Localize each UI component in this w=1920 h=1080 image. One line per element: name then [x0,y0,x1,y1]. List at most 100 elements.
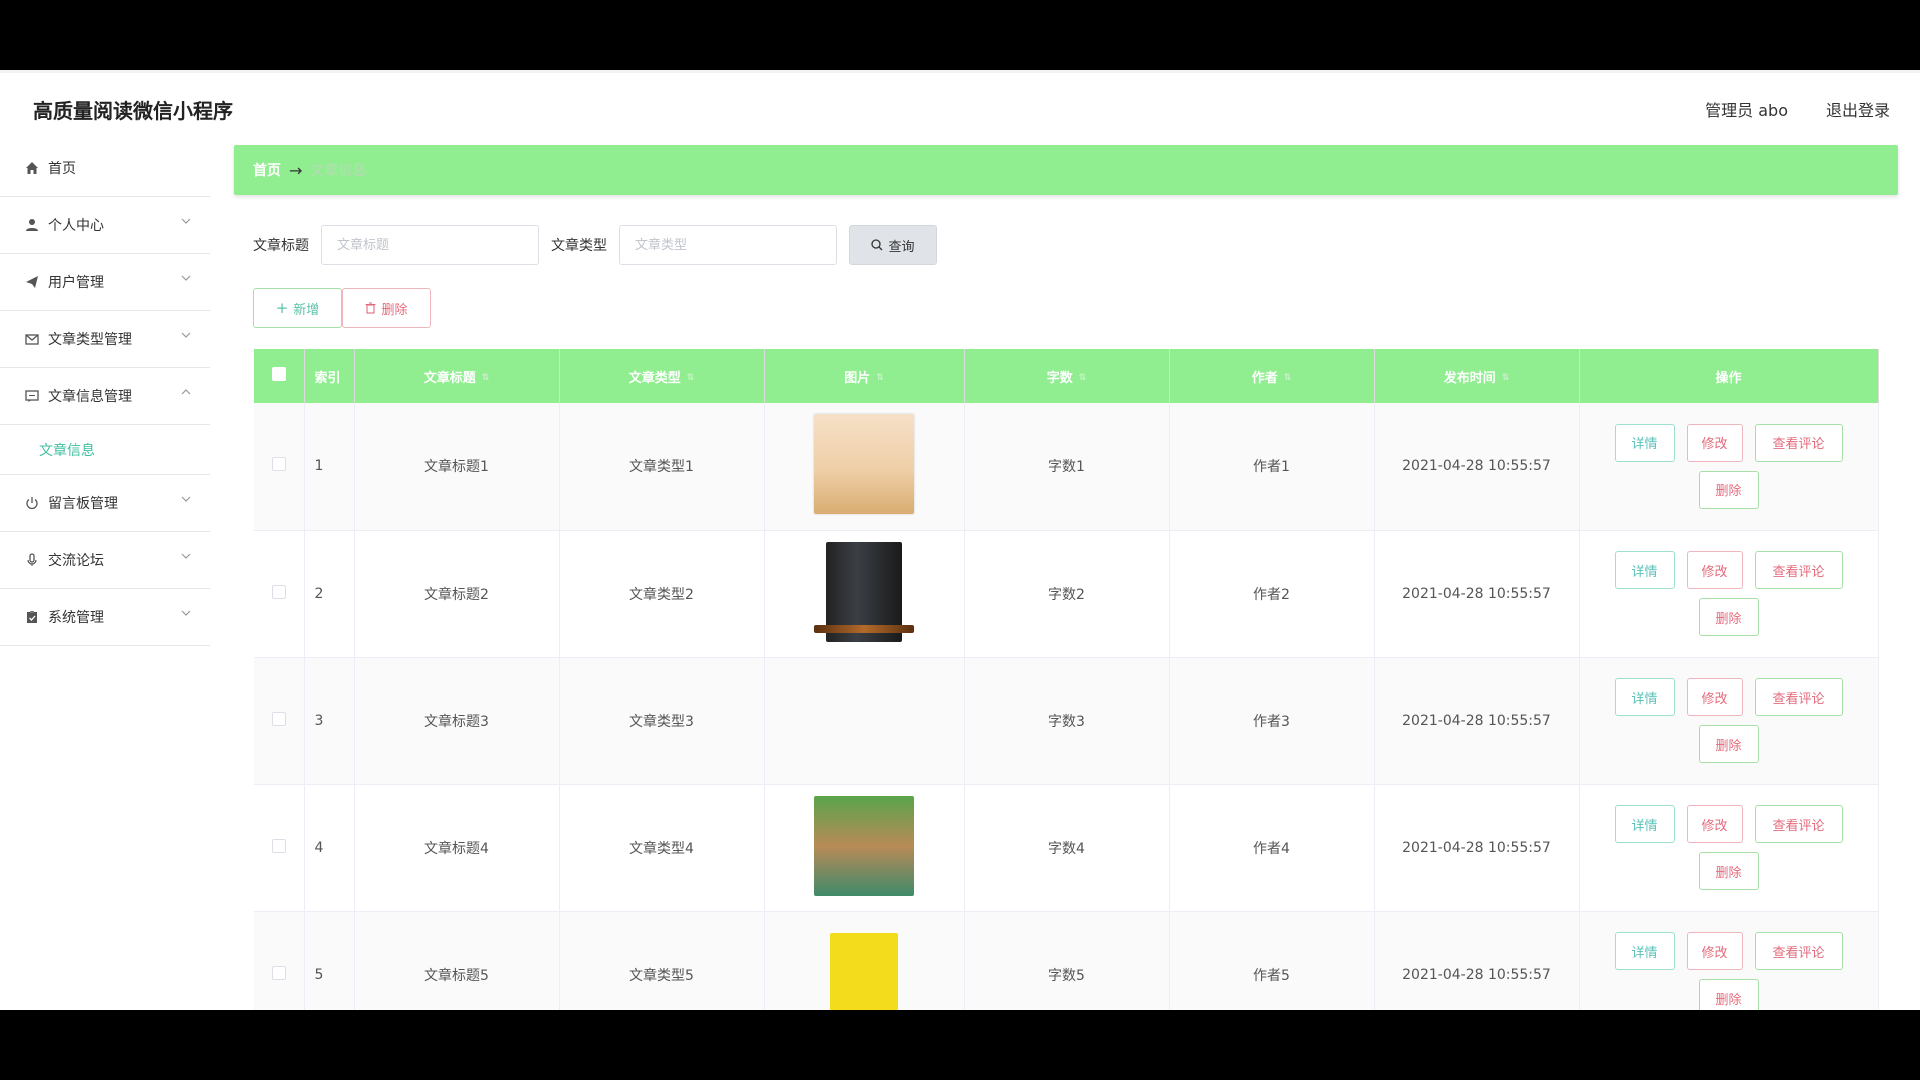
cell-index: 2 [304,530,355,658]
row-checkbox[interactable] [271,584,286,599]
cell-author: 作者4 [1169,784,1375,912]
column-header-label: 字数 [1046,370,1073,386]
sidebar-item-messages[interactable]: 留言板管理 [0,475,210,532]
cover-image [814,795,914,896]
column-header-author[interactable]: 作者 ⇅ [1169,349,1375,403]
cell-words: 字数1 [964,403,1170,531]
detail-button[interactable]: 详情 [1614,423,1675,462]
edit-button[interactable]: 修改 [1686,932,1743,970]
view-comments-button[interactable]: 查看评论 [1754,551,1843,589]
cell-image [764,530,965,658]
add-button[interactable]: + 新增 [253,288,342,328]
cell-image [764,624,965,785]
row-checkbox[interactable] [271,457,286,472]
cell-title: 文章标题3 [354,657,560,785]
chevron-down-icon [181,553,191,559]
view-comments-button[interactable]: 查看评论 [1754,932,1843,970]
edit-button[interactable]: 修改 [1686,551,1743,589]
detail-button[interactable]: 详情 [1614,932,1675,970]
column-header-index: 索引 [304,349,355,403]
delete-button[interactable]: 删除 [1698,598,1759,636]
sidebar-item-label: 留言板管理 [48,496,118,512]
sidebar-item-home[interactable]: 首页 [0,140,210,197]
send-icon [24,274,40,290]
row-checkbox[interactable] [271,838,286,853]
cell-ops: 详情 修改 查看评论 删除 [1579,657,1879,785]
delete-button[interactable]: 删除 [1698,852,1759,890]
select-all-checkbox[interactable] [271,367,286,381]
edit-button[interactable]: 修改 [1686,678,1743,716]
cell-title: 文章标题1 [354,403,560,531]
column-header-time[interactable]: 发布时间 ⇅ [1374,349,1580,403]
table-row: 4 文章标题4 文章类型4 字数4 作者4 2021-04-28 10:55:5… [254,784,1879,912]
cell-ops: 详情 修改 查看评论 删除 [1579,403,1879,531]
table-row: 1 文章标题1 文章类型1 字数1 作者1 2021-04-28 10:55:5… [254,403,1879,531]
cell-type: 文章类型2 [559,530,765,658]
view-comments-button[interactable]: 查看评论 [1754,423,1843,462]
sidebar-item-users[interactable]: 用户管理 [0,254,210,311]
view-comments-button[interactable]: 查看评论 [1754,678,1843,716]
sidebar-item-label: 首页 [48,161,76,177]
detail-button[interactable]: 详情 [1614,551,1675,589]
title-filter-input[interactable] [321,225,539,265]
home-icon [24,160,40,176]
logout-link[interactable]: 退出登录 [1826,97,1890,121]
column-header-image[interactable]: 图片 ⇅ [764,349,965,403]
cell-ops: 详情 修改 查看评论 删除 [1579,530,1879,658]
cell-words: 字数3 [964,657,1170,785]
row-checkbox-cell [254,657,305,785]
chevron-down-icon [181,496,191,502]
edit-button[interactable]: 修改 [1686,805,1743,843]
cell-type: 文章类型1 [559,403,765,531]
column-header-words[interactable]: 字数 ⇅ [964,349,1170,403]
cell-index: 5 [304,911,355,1010]
detail-button[interactable]: 详情 [1614,805,1675,843]
batch-delete-button[interactable]: 删除 [342,288,431,328]
column-header-title[interactable]: 文章标题 ⇅ [354,349,560,403]
edit-button[interactable]: 修改 [1686,423,1743,462]
delete-button[interactable]: 删除 [1698,470,1759,509]
user-icon [24,217,40,233]
sidebar-subitem-article-info[interactable]: 文章信息 [0,425,210,475]
sidebar-item-label: 个人中心 [48,218,104,234]
action-bar: + 新增 删除 [253,288,431,328]
cell-author: 作者5 [1169,911,1375,1010]
sort-icon: ⇅ [1283,373,1292,383]
breadcrumb-home[interactable]: 首页 [253,160,281,180]
sort-icon: ⇅ [1501,373,1510,383]
cell-author: 作者1 [1169,403,1375,531]
sidebar-item-forum[interactable]: 交流论坛 [0,532,210,589]
type-filter-label: 文章类型 [551,238,607,254]
column-header-type[interactable]: 文章类型 ⇅ [559,349,765,403]
row-checkbox[interactable] [271,965,286,980]
main-content: 首页 → 文章信息 文章标题 文章类型 查询 + 新增 删除 [210,140,1920,1010]
cell-author: 作者2 [1169,530,1375,658]
cell-words: 字数5 [964,911,1170,1010]
mail-icon [24,331,40,347]
delete-button[interactable]: 删除 [1698,725,1759,763]
sidebar-item-article-info[interactable]: 文章信息管理 [0,368,210,425]
trash-icon [365,302,376,314]
cell-words: 字数2 [964,530,1170,658]
sort-icon: ⇅ [686,373,695,383]
query-button[interactable]: 查询 [849,225,937,265]
column-header-label: 发布时间 [1443,370,1496,386]
cell-index: 1 [304,403,355,531]
app-title: 高质量阅读微信小程序 [33,99,233,123]
top-bar: 高质量阅读微信小程序 管理员 abo 退出登录 [0,70,1920,140]
view-comments-button[interactable]: 查看评论 [1754,805,1843,843]
cell-type: 文章类型3 [559,657,765,785]
cell-image [764,784,965,912]
chevron-down-icon [181,218,191,224]
sidebar-item-system[interactable]: 系统管理 [0,589,210,646]
sidebar: 首页 个人中心 用户管理 文章类型管理 文章信息管理 文章信息 留言板管理 交流… [0,140,210,1010]
sidebar-item-profile[interactable]: 个人中心 [0,197,210,254]
sidebar-item-article-types[interactable]: 文章类型管理 [0,311,210,368]
type-filter-input[interactable] [619,225,837,265]
article-table: 索引 文章标题 ⇅ 文章类型 ⇅ 图片 ⇅ 字数 ⇅ 作者 ⇅ 发布时间 ⇅ 操作 1 文章… [254,349,1879,1010]
row-checkbox[interactable] [271,711,286,726]
column-header-label: 作者 [1251,370,1278,386]
breadcrumb-current: 文章信息 [310,163,367,179]
delete-button[interactable]: 删除 [1698,979,1759,1010]
detail-button[interactable]: 详情 [1614,678,1675,716]
